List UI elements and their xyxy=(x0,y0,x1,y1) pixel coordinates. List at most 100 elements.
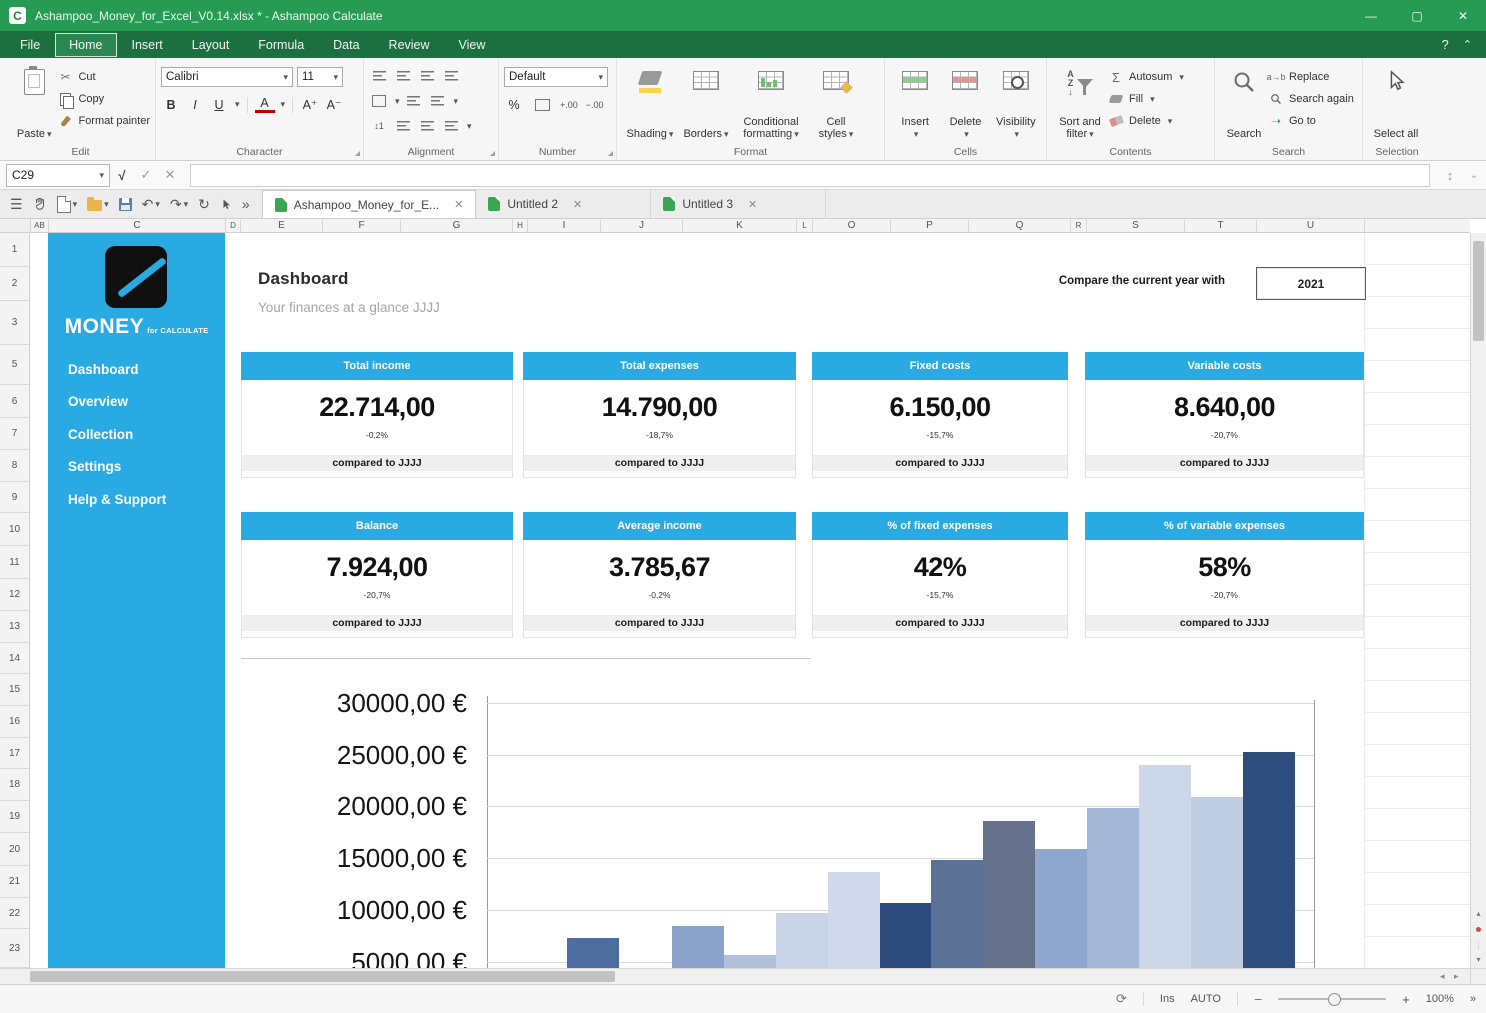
decrease-decimal-button[interactable]: −.00 xyxy=(586,100,604,110)
column-header[interactable]: U xyxy=(1257,219,1365,232)
underline-button[interactable]: U xyxy=(209,97,229,113)
borders-button[interactable]: Borders▾ xyxy=(678,63,734,141)
menu-item-view[interactable]: View xyxy=(445,33,500,57)
column-header[interactable]: E xyxy=(241,219,323,232)
expand-formula-bar-icon[interactable]: ↕ xyxy=(1438,168,1462,183)
number-format-select[interactable]: Default▾ xyxy=(504,67,608,87)
main-menu-icon[interactable]: ☰ xyxy=(10,196,23,213)
zoom-in-icon[interactable]: + xyxy=(1402,992,1410,1007)
row-header[interactable]: 22 xyxy=(0,898,29,929)
row-header[interactable]: 19 xyxy=(0,801,29,833)
italic-button[interactable]: I xyxy=(185,97,205,113)
shrink-font-button[interactable]: A⁻ xyxy=(324,96,344,113)
row-header[interactable]: 20 xyxy=(0,833,29,866)
accept-formula-icon[interactable]: ✓ xyxy=(134,167,158,183)
column-header[interactable]: G xyxy=(401,219,513,232)
indent-button[interactable] xyxy=(428,92,448,110)
autosum-button[interactable]: ΣAutosum▾ xyxy=(1108,69,1184,85)
merge-cells-button[interactable] xyxy=(369,92,389,110)
align-center-button[interactable] xyxy=(393,67,413,85)
column-header[interactable]: P xyxy=(891,219,969,232)
row-header[interactable]: 21 xyxy=(0,866,29,898)
row-header[interactable]: 15 xyxy=(0,674,29,706)
close-tab-icon[interactable]: ✕ xyxy=(573,198,582,211)
formula-input[interactable] xyxy=(190,164,1430,187)
paste-button[interactable]: Paste▾ xyxy=(11,63,57,141)
vertical-scrollbar[interactable]: ▴ ⋮ ▾ xyxy=(1470,233,1486,984)
new-document-icon[interactable]: ▾ xyxy=(57,196,78,213)
cell-styles-button[interactable]: Cell styles▾ xyxy=(808,63,864,141)
sync-icon[interactable]: ⟳ xyxy=(1116,991,1127,1007)
row-header[interactable]: 3 xyxy=(0,301,29,345)
font-name-select[interactable]: Calibri▾ xyxy=(161,67,293,87)
pan-hand-icon[interactable] xyxy=(33,197,47,211)
menu-item-insert[interactable]: Insert xyxy=(118,33,177,57)
underline-dropdown-icon[interactable]: ▾ xyxy=(235,99,240,110)
cut-button[interactable]: ✂Cut xyxy=(57,69,150,85)
row-header[interactable]: 5 xyxy=(0,345,29,385)
column-header[interactable]: L xyxy=(797,219,813,232)
column-header[interactable]: H xyxy=(513,219,528,232)
menu-item-review[interactable]: Review xyxy=(375,33,444,57)
font-color-button[interactable]: A xyxy=(255,96,275,113)
column-header[interactable]: T xyxy=(1185,219,1257,232)
doc-tab[interactable]: Untitled 2✕ xyxy=(476,190,651,218)
grow-font-button[interactable]: A⁺ xyxy=(300,96,320,113)
pointer-tool-icon[interactable] xyxy=(220,198,232,211)
scroll-left-icon[interactable]: ◂ xyxy=(1440,971,1445,982)
currency-format-button[interactable] xyxy=(532,96,552,114)
sort-filter-button[interactable]: AZ↓ Sort and filter▾ xyxy=(1052,63,1108,141)
format-painter-button[interactable]: Format painter xyxy=(57,113,150,129)
save-icon[interactable] xyxy=(119,198,132,211)
menu-item-formula[interactable]: Formula xyxy=(244,33,318,57)
menu-item-data[interactable]: Data xyxy=(319,33,373,57)
row-header[interactable]: 1 xyxy=(0,233,29,267)
row-header[interactable]: 16 xyxy=(0,706,29,738)
row-header[interactable]: 6 xyxy=(0,385,29,418)
column-header[interactable]: R xyxy=(1071,219,1087,232)
maximize-icon[interactable]: ▢ xyxy=(1394,0,1440,31)
menu-item-file[interactable]: File xyxy=(6,33,54,57)
vertical-align-middle-button[interactable] xyxy=(417,117,437,135)
doc-tab[interactable]: Ashampoo_Money_for_E...✕ xyxy=(262,190,477,218)
horizontal-scrollbar[interactable]: ◂ ▸ xyxy=(0,968,1470,984)
row-header[interactable]: 14 xyxy=(0,643,29,674)
replace-button[interactable]: a→bReplace xyxy=(1268,69,1354,85)
delete-contents-button[interactable]: Delete▾ xyxy=(1108,113,1184,129)
vertical-align-bottom-button[interactable] xyxy=(441,117,461,135)
scroll-up-icon[interactable]: ▴ xyxy=(1471,909,1486,918)
status-more-icon[interactable]: » xyxy=(1470,993,1476,1005)
function-wizard-icon[interactable]: √ xyxy=(110,168,134,183)
column-header[interactable]: AB xyxy=(31,219,49,232)
row-header[interactable]: 11 xyxy=(0,546,29,579)
close-tab-icon[interactable]: ✕ xyxy=(454,198,463,211)
undo-icon[interactable]: ↶▾ xyxy=(142,196,160,213)
menu-item-layout[interactable]: Layout xyxy=(178,33,244,57)
indent-dropdown-icon[interactable]: ▾ xyxy=(454,96,459,107)
goto-button[interactable]: ➝Go to xyxy=(1268,113,1354,129)
delete-cells-button[interactable]: Delete▾ xyxy=(940,63,990,141)
fill-button[interactable]: Fill▾ xyxy=(1108,91,1184,107)
column-header[interactable]: C xyxy=(49,219,226,232)
toolbar-overflow-icon[interactable]: » xyxy=(242,196,250,212)
sidebar-item-collection[interactable]: Collection xyxy=(68,418,217,451)
vertical-align-top-button[interactable] xyxy=(393,117,413,135)
bold-button[interactable]: B xyxy=(161,97,181,113)
align-justify-button[interactable] xyxy=(441,67,461,85)
search-button[interactable]: Search xyxy=(1220,63,1268,141)
wrap-text-button[interactable] xyxy=(404,92,424,110)
font-color-dropdown-icon[interactable]: ▾ xyxy=(281,99,286,110)
insert-cells-button[interactable]: Insert▾ xyxy=(890,63,940,141)
close-tab-icon[interactable]: ✕ xyxy=(748,198,757,211)
sidebar-item-overview[interactable]: Overview xyxy=(68,386,217,419)
cell-name-box[interactable]: C29 ▾ xyxy=(6,164,110,187)
column-header[interactable]: O xyxy=(813,219,891,232)
scroll-down-icon[interactable]: ▾ xyxy=(1471,955,1486,964)
row-header[interactable]: 12 xyxy=(0,579,29,611)
row-header[interactable]: 18 xyxy=(0,769,29,801)
increase-decimal-button[interactable]: +.00 xyxy=(560,100,578,110)
collapse-ribbon-icon[interactable]: ⌃ xyxy=(1463,38,1472,51)
row-header[interactable]: 10 xyxy=(0,513,29,546)
shading-button[interactable]: Shading▾ xyxy=(622,63,678,141)
sidebar-item-help-support[interactable]: Help & Support xyxy=(68,483,217,516)
